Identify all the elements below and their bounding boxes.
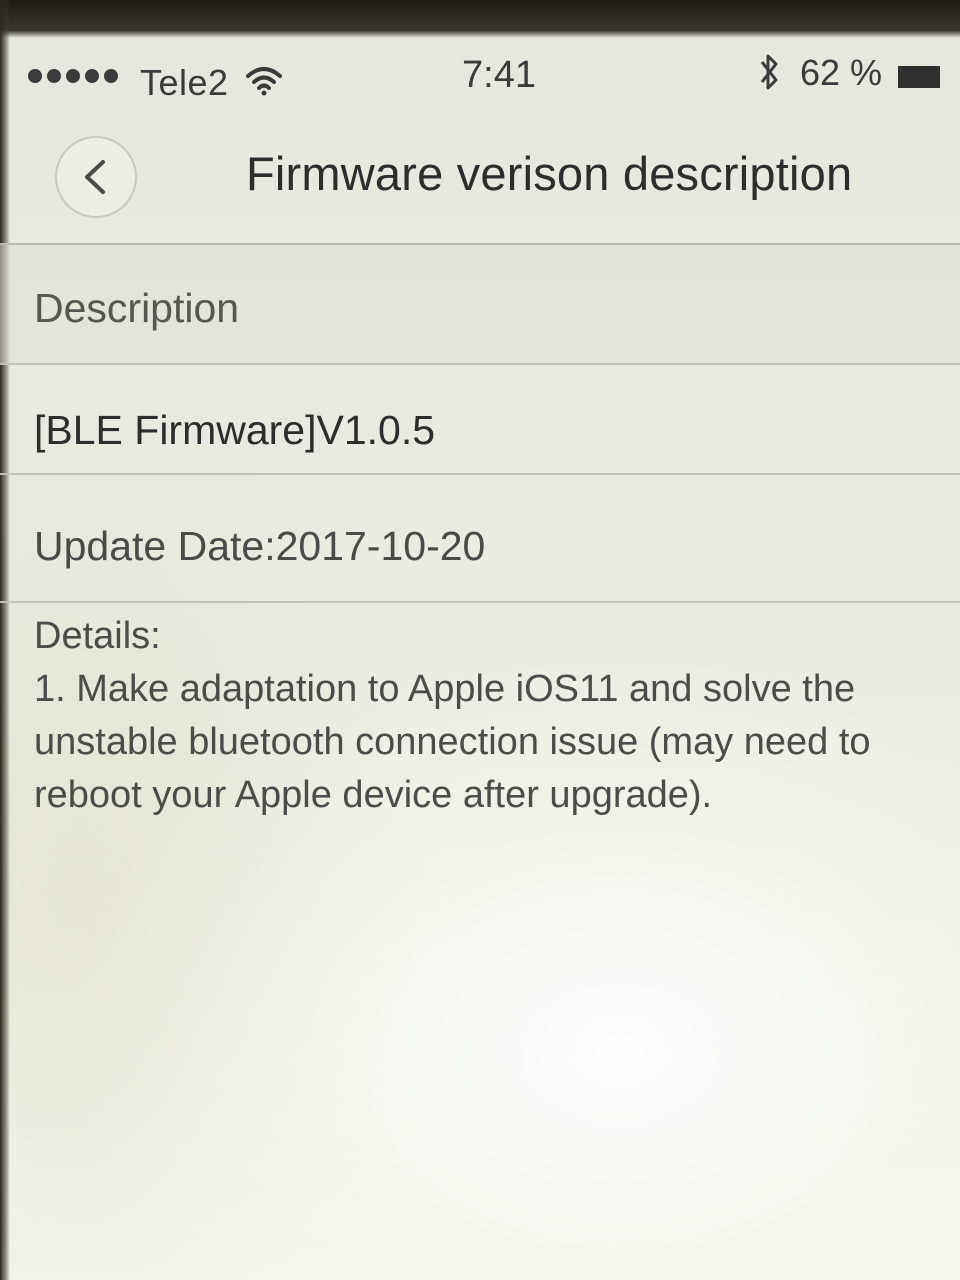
section-header-description: Description <box>0 245 960 365</box>
carrier-name: Tele2 <box>140 62 229 103</box>
details-heading: Details: <box>34 615 161 657</box>
firmware-version-label: [BLE Firmware]V1.0.5 <box>34 407 436 453</box>
signal-strength-icon <box>28 69 118 83</box>
page-title: Firmware verison description <box>246 147 853 200</box>
battery-icon <box>898 66 940 88</box>
chevron-left-icon <box>85 160 105 194</box>
status-bar: Tele2 7:41 62 % <box>0 40 960 108</box>
section-header-label: Description <box>34 285 240 331</box>
update-date-row: Update Date:2017-10-20 <box>0 475 960 603</box>
bluetooth-icon <box>760 54 778 90</box>
back-button[interactable] <box>55 136 137 218</box>
navigation-bar: Firmware verison description <box>0 108 960 245</box>
status-time: 7:41 <box>462 54 536 96</box>
wifi-icon <box>246 67 282 96</box>
details-body: 1. Make adaptation to Apple iOS11 and so… <box>34 668 871 816</box>
details-text-block: Details: 1. Make adaptation to Apple iOS… <box>34 610 934 822</box>
device-frame <box>0 0 960 38</box>
firmware-version-row: [BLE Firmware]V1.0.5 <box>0 365 960 475</box>
battery-percentage: 62 % <box>800 52 883 93</box>
update-date-label: Update Date:2017-10-20 <box>34 523 486 569</box>
app-screen: Tele2 7:41 62 % Firmware verison descrip… <box>0 0 960 1280</box>
